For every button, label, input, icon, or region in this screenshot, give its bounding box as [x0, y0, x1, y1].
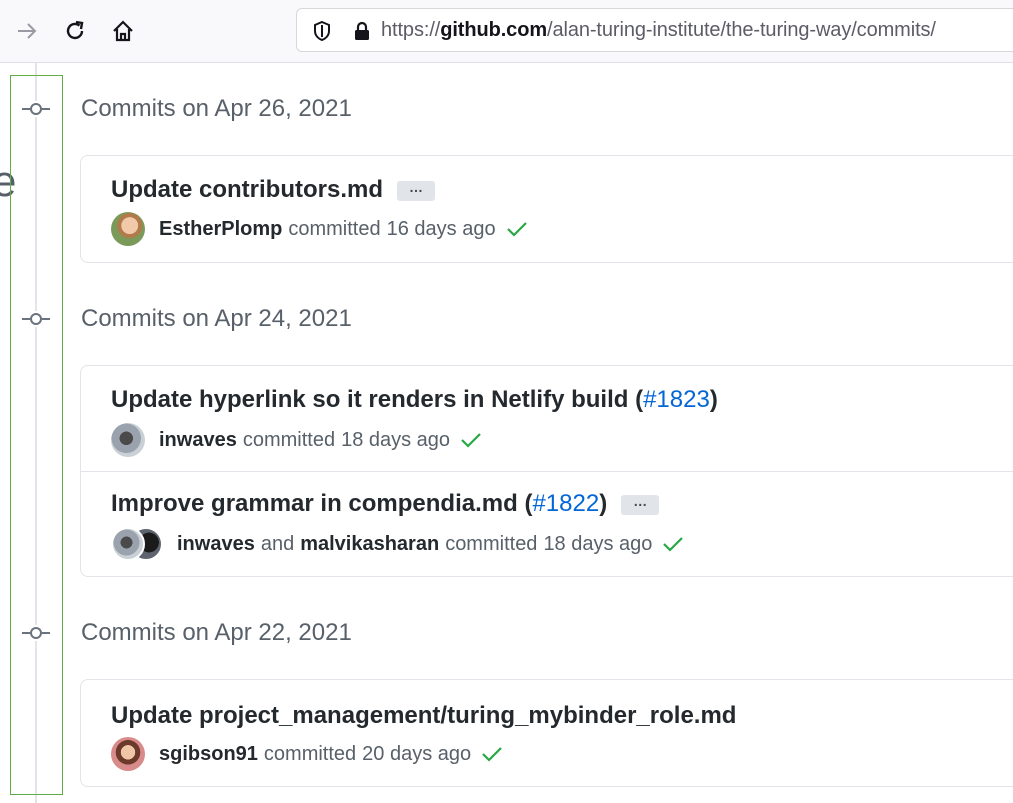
url-text: https://github.com/alan-turing-institute…	[381, 19, 936, 41]
author-link[interactable]: inwaves	[159, 429, 237, 452]
commit-title[interactable]: Update contributors.md…	[111, 176, 436, 204]
author-link[interactable]: EstherPlomp	[159, 218, 282, 241]
commit-row: Update hyperlink so it renders in Netlif…	[81, 366, 1013, 471]
author-link[interactable]: inwaves	[177, 533, 255, 556]
commit-row: Update project_management/turing_mybinde…	[81, 680, 1013, 786]
commit-time[interactable]: 16 days ago	[387, 218, 496, 241]
browser-toolbar: https://github.com/alan-turing-institute…	[0, 0, 1013, 63]
commit-meta: EstherPlomp committed 16 days ago	[111, 212, 528, 246]
date-heading: Commits on Apr 24, 2021	[81, 305, 352, 332]
pr-link[interactable]: #1823	[643, 386, 710, 413]
git-commit-icon	[22, 625, 50, 641]
check-icon[interactable]	[460, 431, 482, 449]
check-icon[interactable]	[506, 220, 528, 238]
date-heading: Commits on Apr 22, 2021	[81, 619, 352, 646]
lock-icon[interactable]	[353, 20, 371, 47]
commit-row: Improve grammar in compendia.md (#1822)……	[81, 471, 1013, 575]
forward-arrow-icon[interactable]	[10, 14, 44, 48]
avatar[interactable]	[111, 212, 145, 246]
commit-meta: inwaves and malvikasharan committed 18 d…	[111, 527, 684, 561]
commit-row: Update contributors.md… EstherPlomp comm…	[81, 156, 1013, 262]
date-heading: Commits on Apr 26, 2021	[81, 95, 352, 122]
expand-message-button[interactable]: …	[621, 494, 660, 515]
commit-meta: inwaves committed 18 days ago	[111, 423, 482, 457]
git-commit-icon	[22, 311, 50, 327]
commit-time[interactable]: 18 days ago	[543, 533, 652, 556]
check-icon[interactable]	[481, 745, 503, 763]
author-link[interactable]: sgibson91	[159, 743, 258, 766]
author-link[interactable]: malvikasharan	[300, 533, 439, 556]
avatar[interactable]	[111, 527, 145, 561]
commit-group-card: Update project_management/turing_mybinde…	[80, 679, 1013, 787]
pr-link[interactable]: #1822	[532, 490, 599, 517]
reload-icon[interactable]	[58, 14, 92, 48]
avatar-stack[interactable]	[111, 527, 163, 561]
home-icon[interactable]	[106, 14, 140, 48]
commit-title[interactable]: Update hyperlink so it renders in Netlif…	[111, 386, 718, 414]
shield-icon[interactable]	[313, 20, 331, 47]
url-bar[interactable]: https://github.com/alan-turing-institute…	[296, 8, 1013, 52]
commit-title[interactable]: Improve grammar in compendia.md (#1822)…	[111, 490, 660, 518]
check-icon[interactable]	[662, 535, 684, 553]
expand-message-button[interactable]: …	[397, 180, 436, 201]
avatar[interactable]	[111, 737, 145, 771]
commit-group-card: Update hyperlink so it renders in Netlif…	[80, 365, 1013, 577]
git-commit-icon	[22, 101, 50, 117]
commit-meta: sgibson91 committed 20 days ago	[111, 737, 503, 771]
commit-group-card: Update contributors.md… EstherPlomp comm…	[80, 155, 1013, 263]
commit-time[interactable]: 18 days ago	[341, 429, 450, 452]
commit-time[interactable]: 20 days ago	[362, 743, 471, 766]
timeline-highlight-box	[10, 75, 63, 795]
avatar[interactable]	[111, 423, 145, 457]
commit-title[interactable]: Update project_management/turing_mybinde…	[111, 702, 736, 730]
